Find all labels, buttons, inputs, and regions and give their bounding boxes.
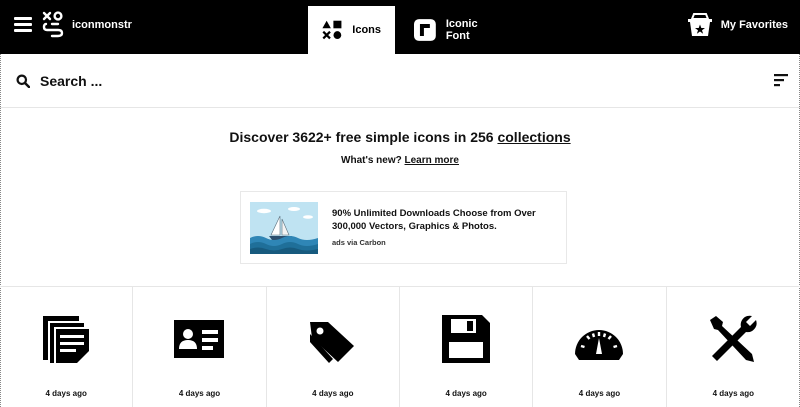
my-favorites-link[interactable]: My Favorites [687, 12, 788, 38]
tools-icon [710, 315, 757, 362]
collections-link[interactable]: collections [497, 129, 570, 145]
updated-label: 4 days ago [45, 389, 87, 398]
updated-label: 4 days ago [312, 389, 354, 398]
search-input[interactable] [40, 70, 640, 92]
id-card-icon [174, 320, 225, 358]
shapes-icon [322, 20, 342, 40]
document-stack-icon [43, 316, 90, 363]
updated-label: 4 days ago [712, 389, 754, 398]
ad-image[interactable] [250, 202, 318, 254]
learn-more-link[interactable]: Learn more [405, 155, 459, 166]
icon-tile-speedometer[interactable]: 4 days ago [533, 287, 667, 407]
tab-iconic-font[interactable]: Iconic Font [400, 6, 518, 54]
ad-via-carbon[interactable]: ads via Carbon [332, 238, 386, 247]
icon-tile-tags[interactable]: 4 days ago [267, 287, 400, 407]
search-bar [0, 54, 800, 108]
whats-new-text: What's new? [341, 155, 402, 166]
sailboat-illustration-icon [250, 202, 318, 254]
headline: Discover 3622+ free simple icons in 256 … [0, 129, 800, 145]
speedometer-icon [575, 330, 624, 360]
updated-label: 4 days ago [578, 389, 621, 398]
updated-label: 4 days ago [445, 389, 487, 398]
logo-text: iconmonstr [72, 19, 132, 31]
iconmonstr-logo-icon [42, 11, 64, 38]
tags-icon [309, 322, 354, 363]
tab-icons[interactable]: Icons [308, 6, 395, 54]
search-icon [16, 74, 30, 88]
icon-tile-tools[interactable]: 4 days ago [667, 287, 800, 407]
top-bar: iconmonstr Icons Iconic Font My Favorite… [0, 0, 800, 54]
tab-icons-label: Icons [352, 24, 381, 36]
my-favorites-label: My Favorites [720, 19, 788, 31]
ad-text[interactable]: 90% Unlimited Downloads Choose from Over… [332, 207, 558, 233]
floppy-disk-icon [442, 315, 491, 363]
tab-iconic-font-label: Iconic Font [445, 18, 478, 42]
icon-tile-save[interactable]: 4 days ago [400, 287, 534, 407]
icon-grid: 4 days ago 4 days ago 4 days ago 4 days … [0, 286, 800, 407]
icon-tile-id-card[interactable]: 4 days ago [133, 287, 267, 407]
logo-link[interactable]: iconmonstr [42, 11, 132, 39]
basket-star-icon [687, 13, 712, 36]
whats-new-line: What's new? Learn more [0, 155, 800, 166]
headline-text: Discover 3622+ free simple icons in 256 [229, 129, 498, 145]
updated-label: 4 days ago [178, 389, 221, 398]
icon-tile-documents[interactable]: 4 days ago [0, 287, 134, 407]
font-logo-icon [414, 19, 436, 41]
sort-menu-icon[interactable] [774, 74, 788, 87]
menu-button[interactable] [14, 17, 32, 33]
carbon-ad: 90% Unlimited Downloads Choose from Over… [240, 191, 567, 264]
